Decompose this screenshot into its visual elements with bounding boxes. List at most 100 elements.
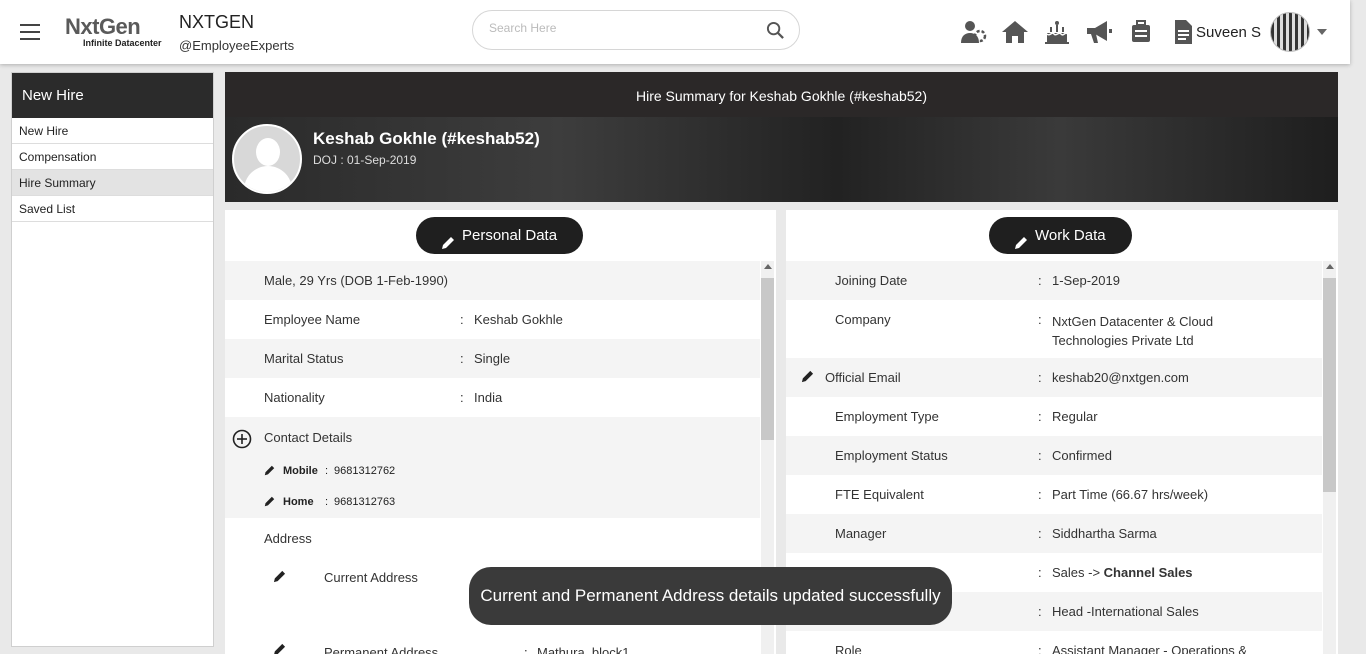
- colon: :: [524, 645, 528, 654]
- sidebar-item-hire-summary[interactable]: Hire Summary: [12, 170, 213, 196]
- colon: :: [1038, 370, 1042, 385]
- date-of-joining: DOJ : 01-Sep-2019: [313, 153, 417, 167]
- row-value: Confirmed: [1052, 448, 1112, 463]
- colon: :: [325, 465, 329, 477]
- briefcase-icon[interactable]: [1126, 18, 1156, 46]
- expand-plus-icon[interactable]: [232, 429, 252, 454]
- colon: :: [1038, 526, 1042, 541]
- colon: :: [1038, 487, 1042, 502]
- work-data-button[interactable]: Work Data: [989, 217, 1132, 254]
- profile-banner: Keshab Gokhle (#keshab52) DOJ : 01-Sep-2…: [225, 117, 1338, 202]
- row-label: Joining Date: [835, 273, 908, 288]
- row-label: Manager: [835, 526, 887, 541]
- row-label: Employment Type: [835, 409, 939, 424]
- pencil-icon[interactable]: [273, 643, 286, 654]
- scrollbar-thumb[interactable]: [1323, 278, 1336, 492]
- table-row: FTE Equivalent : Part Time (66.67 hrs/we…: [786, 475, 1322, 514]
- home-icon[interactable]: [1000, 18, 1030, 46]
- permanent-address-value: Mathura, block1: [537, 645, 630, 654]
- row-value-bold: Channel Sales: [1103, 565, 1193, 580]
- scrollbar-thumb[interactable]: [761, 278, 774, 440]
- row-label: Employee Name: [264, 312, 361, 327]
- colon: :: [460, 312, 464, 327]
- row-value: India: [474, 390, 503, 405]
- row-label: Role: [835, 643, 862, 654]
- row-value: NxtGen Datacenter & Cloud Technologies P…: [1052, 314, 1214, 348]
- address-title: Address: [264, 531, 312, 546]
- current-address-label: Current Address: [324, 570, 418, 585]
- sidebar: New Hire New Hire Compensation Hire Summ…: [11, 72, 214, 647]
- chevron-down-icon[interactable]: [1317, 29, 1327, 35]
- scroll-up-icon[interactable]: [764, 264, 772, 269]
- table-row: Employee Name : Keshab Gokhle: [225, 300, 760, 339]
- colon: :: [1038, 312, 1042, 327]
- company-info: NXTGEN @EmployeeExperts: [179, 12, 294, 53]
- table-row: Employment Type : Regular: [786, 397, 1322, 436]
- colon: :: [1038, 409, 1042, 424]
- contact-details: Contact Details Mobile : 9681312762 Home…: [225, 417, 760, 518]
- permanent-address-label: Permanent Address: [324, 645, 439, 654]
- search-box: [472, 10, 800, 50]
- row-value: Keshab Gokhle: [474, 312, 563, 327]
- logo[interactable]: NxtGen Infinite Datacenter: [65, 14, 162, 48]
- username[interactable]: Suveen S: [1196, 24, 1261, 41]
- employee-name: Keshab Gokhle (#keshab52): [313, 129, 540, 148]
- table-row: Company : NxtGen Datacenter & Cloud Tech…: [786, 300, 1322, 358]
- table-row: Official Email : keshab20@nxtgen.com: [786, 358, 1322, 397]
- colon: :: [1038, 565, 1042, 580]
- table-row: Manager : Siddhartha Sarma: [786, 514, 1322, 553]
- colon: :: [460, 390, 464, 405]
- row-value: Sales ->: [1052, 565, 1104, 580]
- team-settings-icon[interactable]: [958, 18, 988, 46]
- avatar[interactable]: [1270, 12, 1310, 52]
- gender-age-row: Male, 29 Yrs (DOB 1-Feb-1990): [225, 261, 760, 300]
- home-value: 9681312763: [334, 496, 396, 508]
- row-label: Company: [835, 312, 891, 327]
- row-value: Siddhartha Sarma: [1052, 526, 1157, 541]
- pencil-icon[interactable]: [801, 370, 814, 386]
- table-row: Marital Status : Single: [225, 339, 760, 378]
- top-bar: NxtGen Infinite Datacenter NXTGEN @Emplo…: [0, 0, 1350, 64]
- menu-icon[interactable]: [20, 24, 40, 40]
- row-label: FTE Equivalent: [835, 487, 924, 502]
- search-icon[interactable]: [766, 21, 785, 45]
- top-icons: [958, 18, 1198, 46]
- work-data-label: Work Data: [1035, 227, 1106, 244]
- pencil-icon: [1014, 227, 1028, 264]
- birthday-cake-icon[interactable]: [1042, 18, 1072, 46]
- row-value: Part Time (66.67 hrs/week): [1052, 487, 1209, 502]
- row-value: keshab20@nxtgen.com: [1052, 370, 1189, 385]
- row-value: Assistant Manager - Operations &: [1052, 643, 1248, 654]
- row-value: Single: [474, 351, 511, 366]
- sidebar-title: New Hire: [12, 73, 213, 118]
- table-row: Joining Date : 1-Sep-2019: [786, 261, 1322, 300]
- logo-brand: NxtGen: [65, 14, 141, 39]
- sidebar-item-saved-list[interactable]: Saved List: [12, 196, 213, 222]
- row-label: Nationality: [264, 390, 325, 405]
- megaphone-icon[interactable]: [1084, 18, 1114, 46]
- contact-details-title: Contact Details: [264, 430, 353, 445]
- search-input[interactable]: [489, 21, 749, 35]
- pencil-icon[interactable]: [264, 465, 275, 479]
- personal-data-label: Personal Data: [462, 227, 558, 244]
- colon: :: [1038, 448, 1042, 463]
- gender-age-dob: Male, 29 Yrs (DOB 1-Feb-1990): [264, 273, 448, 288]
- company-name: NXTGEN: [179, 12, 255, 32]
- row-label: Official Email: [825, 370, 901, 385]
- pencil-icon: [441, 227, 455, 264]
- scrollbar[interactable]: [1323, 261, 1336, 654]
- mobile-label: Mobile: [283, 465, 318, 477]
- company-handle: @EmployeeExperts: [179, 38, 295, 53]
- colon: :: [460, 351, 464, 366]
- document-icon[interactable]: [1168, 18, 1198, 46]
- personal-data-button[interactable]: Personal Data: [416, 217, 584, 254]
- table-row: Nationality : India: [225, 378, 760, 417]
- avatar: [232, 124, 302, 194]
- row-value: 1-Sep-2019: [1052, 273, 1120, 288]
- row-value: Regular: [1052, 409, 1098, 424]
- pencil-icon[interactable]: [264, 496, 275, 510]
- sidebar-item-compensation[interactable]: Compensation: [12, 144, 213, 170]
- pencil-icon[interactable]: [273, 570, 286, 586]
- scroll-up-icon[interactable]: [1326, 264, 1334, 269]
- sidebar-item-new-hire[interactable]: New Hire: [12, 118, 213, 144]
